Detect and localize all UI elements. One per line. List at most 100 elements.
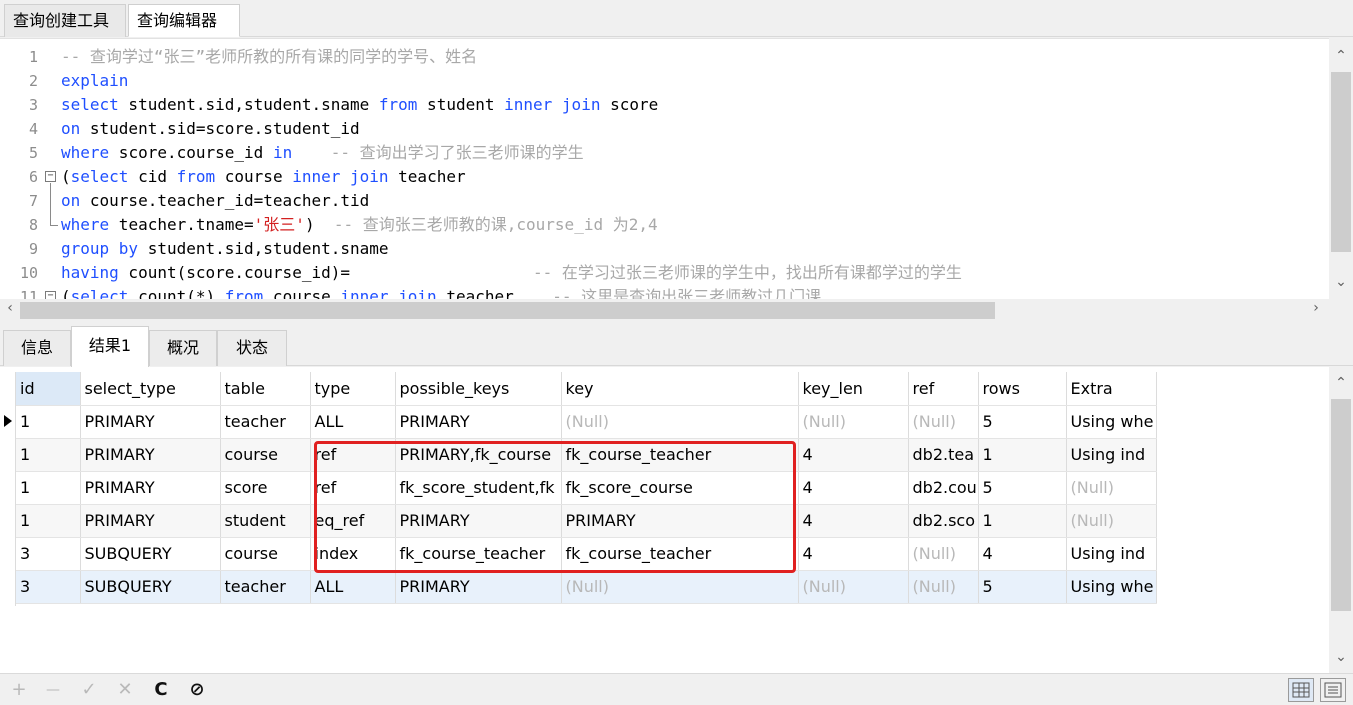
column-header-id[interactable]: id: [16, 372, 81, 406]
table-cell[interactable]: fk_course_teacher: [561, 438, 799, 472]
grid-vertical-scrollbar[interactable]: ⌃ ⌄: [1329, 367, 1353, 673]
tab-result1[interactable]: 结果1: [71, 326, 149, 367]
table-cell[interactable]: Using whe: [1066, 570, 1157, 604]
apply-changes-icon[interactable]: ✓: [78, 679, 100, 701]
table-cell[interactable]: (Null): [1066, 471, 1157, 505]
scroll-up-icon[interactable]: ⌃: [1331, 375, 1351, 391]
column-header-key-len[interactable]: key_len: [798, 372, 909, 406]
table-cell[interactable]: db2.cou: [908, 471, 979, 505]
table-cell[interactable]: SUBQUERY: [80, 537, 221, 571]
code-line[interactable]: -- 查询学过“张三”老师所教的所有课的同学的学号、姓名: [61, 45, 477, 69]
tab-query-builder[interactable]: 查询创建工具: [4, 4, 126, 37]
column-header-rows[interactable]: rows: [978, 372, 1067, 406]
code-line[interactable]: having count(score.course_id)= -- 在学习过张三…: [61, 261, 962, 285]
table-cell[interactable]: course: [220, 537, 311, 571]
refresh-icon[interactable]: C: [150, 679, 172, 701]
table-cell[interactable]: PRIMARY,fk_course: [395, 438, 562, 472]
table-cell[interactable]: (Null): [1066, 504, 1157, 538]
code-line[interactable]: group by student.sid,student.sname: [61, 237, 389, 261]
table-cell[interactable]: 4: [798, 438, 909, 472]
table-cell[interactable]: 1: [978, 438, 1067, 472]
table-cell[interactable]: PRIMARY: [395, 405, 562, 439]
table-row[interactable]: 1 PRIMARY teacher ALL PRIMARY (Null) (Null) (Nu…: [16, 405, 1157, 439]
table-cell[interactable]: 3: [16, 570, 81, 604]
table-row[interactable]: 3 SUBQUERY teacher ALL PRIMARY (Null) (Null) (N…: [16, 570, 1157, 604]
table-cell[interactable]: 4: [798, 537, 909, 571]
table-cell[interactable]: 1: [16, 504, 81, 538]
table-cell[interactable]: 3: [16, 537, 81, 571]
column-header-table[interactable]: table: [220, 372, 311, 406]
code-line[interactable]: explain: [61, 69, 128, 93]
table-row[interactable]: 1 PRIMARY score ref fk_score_student,fk fk_sc…: [16, 471, 1157, 505]
table-cell[interactable]: PRIMARY: [561, 504, 799, 538]
delete-record-icon[interactable]: —: [42, 679, 64, 701]
table-row[interactable]: 1 PRIMARY course ref PRIMARY,fk_course fk_cou…: [16, 438, 1157, 472]
discard-changes-icon[interactable]: ✕: [114, 679, 136, 701]
table-cell[interactable]: 5: [978, 405, 1067, 439]
tab-status[interactable]: 状态: [217, 330, 287, 366]
result-grid[interactable]: id select_type table type possible_keys key ke…: [0, 367, 1329, 673]
editor-horizontal-scrollbar[interactable]: ‹ ›: [0, 299, 1329, 321]
table-cell[interactable]: PRIMARY: [80, 504, 221, 538]
table-cell[interactable]: (Null): [908, 405, 979, 439]
code-line[interactable]: where score.course_id in -- 查询出学习了张三老师课的…: [61, 141, 584, 165]
table-cell[interactable]: (Null): [908, 537, 979, 571]
table-cell[interactable]: db2.sco: [908, 504, 979, 538]
column-header-select-type[interactable]: select_type: [80, 372, 221, 406]
table-cell[interactable]: (Null): [798, 570, 909, 604]
table-cell[interactable]: PRIMARY: [395, 570, 562, 604]
table-cell[interactable]: index: [310, 537, 396, 571]
table-cell[interactable]: 1: [16, 471, 81, 505]
table-cell[interactable]: PRIMARY: [80, 438, 221, 472]
grid-scroll-thumb[interactable]: [1331, 399, 1351, 611]
editor-vertical-scrollbar[interactable]: ⌃ ⌄: [1329, 38, 1353, 299]
scroll-down-icon[interactable]: ⌄: [1331, 649, 1351, 665]
scroll-down-icon[interactable]: ⌄: [1331, 274, 1351, 290]
table-cell[interactable]: Using whe: [1066, 405, 1157, 439]
column-header-ref[interactable]: ref: [908, 372, 979, 406]
column-header-type[interactable]: type: [310, 372, 396, 406]
table-row[interactable]: 3 SUBQUERY course index fk_course_teacher fk_…: [16, 537, 1157, 571]
table-cell[interactable]: course: [220, 438, 311, 472]
table-cell[interactable]: 4: [798, 504, 909, 538]
table-cell[interactable]: Using ind: [1066, 537, 1157, 571]
table-cell[interactable]: SUBQUERY: [80, 570, 221, 604]
table-cell[interactable]: student: [220, 504, 311, 538]
fold-toggle-icon[interactable]: −: [45, 291, 56, 299]
tab-profile[interactable]: 概况: [149, 330, 217, 366]
table-cell[interactable]: (Null): [561, 405, 799, 439]
table-cell[interactable]: ref: [310, 471, 396, 505]
column-header-key[interactable]: key: [561, 372, 799, 406]
table-cell[interactable]: Using ind: [1066, 438, 1157, 472]
table-cell[interactable]: fk_course_teacher: [561, 537, 799, 571]
code-line[interactable]: select student.sid,student.sname from st…: [61, 93, 658, 117]
table-cell[interactable]: eq_ref: [310, 504, 396, 538]
table-cell[interactable]: fk_score_course: [561, 471, 799, 505]
code-line[interactable]: (select count(*) from course inner join …: [61, 285, 821, 299]
grid-view-button[interactable]: [1288, 678, 1314, 702]
table-cell[interactable]: fk_course_teacher: [395, 537, 562, 571]
stop-icon[interactable]: ⊘: [186, 679, 208, 701]
table-cell[interactable]: teacher: [220, 570, 311, 604]
tab-info[interactable]: 信息: [3, 330, 71, 366]
table-cell[interactable]: db2.tea: [908, 438, 979, 472]
table-cell[interactable]: PRIMARY: [395, 504, 562, 538]
table-cell[interactable]: 4: [798, 471, 909, 505]
scroll-left-icon[interactable]: ‹: [0, 300, 20, 316]
code-line[interactable]: where teacher.tname='张三') -- 查询张三老师教的课,c…: [61, 213, 658, 237]
table-cell[interactable]: PRIMARY: [80, 405, 221, 439]
scroll-right-icon[interactable]: ›: [1306, 300, 1326, 316]
tab-query-editor[interactable]: 查询编辑器: [128, 4, 240, 37]
add-record-icon[interactable]: +: [8, 679, 30, 701]
fold-toggle-icon[interactable]: −: [45, 171, 56, 182]
table-cell[interactable]: (Null): [561, 570, 799, 604]
table-cell[interactable]: 5: [978, 471, 1067, 505]
scroll-up-icon[interactable]: ⌃: [1331, 48, 1351, 64]
column-header-possible-keys[interactable]: possible_keys: [395, 372, 562, 406]
table-cell[interactable]: 1: [978, 504, 1067, 538]
table-cell[interactable]: (Null): [798, 405, 909, 439]
form-view-button[interactable]: [1320, 678, 1346, 702]
column-header-Extra[interactable]: Extra: [1066, 372, 1157, 406]
table-cell[interactable]: 1: [16, 405, 81, 439]
table-cell[interactable]: ALL: [310, 405, 396, 439]
